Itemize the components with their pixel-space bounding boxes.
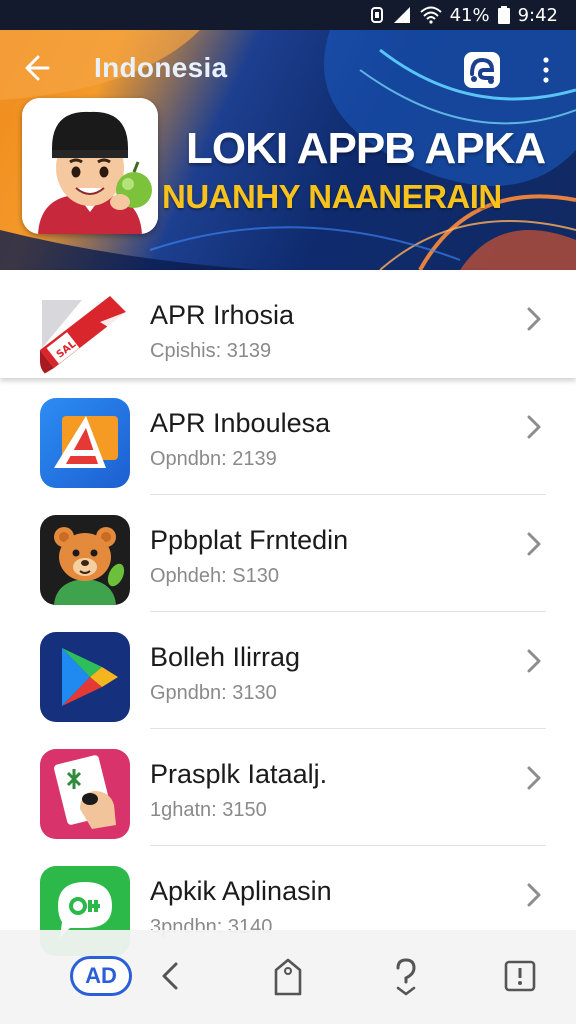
chevron-right-icon [522, 412, 546, 442]
chevron-right-icon [522, 880, 546, 910]
more-options-icon[interactable] [534, 52, 558, 88]
app-name: Prasplk Iataalj. [150, 759, 328, 789]
tag-icon[interactable] [268, 954, 308, 998]
list-item[interactable]: SALE APR Irhosia Cpishis: 3139 [0, 270, 576, 378]
pink-card-hand-icon [40, 749, 130, 839]
app-list: SALE APR Irhosia Cpishis: 3139 APR Inbou… [0, 270, 576, 963]
back-arrow-icon[interactable] [18, 48, 58, 88]
info-square-icon[interactable] [500, 954, 540, 998]
bear-mascot-icon [40, 515, 130, 605]
battery-icon [497, 6, 510, 24]
bottom-navigation: AD [0, 930, 576, 1024]
help-icon[interactable] [386, 954, 426, 998]
app-logo [22, 98, 158, 234]
ad-badge[interactable]: AD [70, 956, 132, 996]
wifi-icon [419, 6, 442, 24]
back-chevron-icon[interactable] [150, 954, 190, 998]
notification-icon [370, 6, 384, 24]
app-meta: Cpishis: 3139 [150, 340, 272, 362]
mascot-boy-icon [22, 98, 158, 234]
list-item[interactable]: APR Inboulesa Opndbn: 2139 [0, 378, 576, 495]
chevron-right-icon [522, 763, 546, 793]
app-name: Apkik Aplinasin [150, 876, 332, 906]
app-name: Ppbplat Frntedin [150, 525, 349, 555]
app-meta: 1ghatn: 3150 [150, 799, 267, 821]
screen: 41% 9:42 Indonesia LOKI APPB APKA NUANHY… [0, 0, 576, 1024]
play-store-icon [40, 632, 130, 722]
header-title: Indonesia [94, 52, 228, 83]
status-bar: 41% 9:42 [0, 0, 576, 30]
battery-percent: 41% [449, 4, 490, 26]
chevron-right-icon [522, 529, 546, 559]
share-icon [470, 57, 495, 84]
app-meta: Opndbn: 2139 [150, 448, 277, 470]
app-name: APR Inboulesa [150, 408, 331, 438]
header-banner: Indonesia LOKI APPB APKA NUANHY NAANERAI… [0, 30, 576, 270]
chevron-right-icon [522, 646, 546, 676]
blue-triangle-app-icon [40, 398, 130, 488]
banner-title: LOKI APPB APKA [186, 124, 546, 173]
signal-icon [392, 6, 412, 24]
chevron-right-icon [522, 304, 546, 334]
clock: 9:42 [517, 4, 558, 26]
list-item[interactable]: Bolleh Ilirrag Gpndbn: 3130 [0, 612, 576, 729]
red-bandage-icon: SALE [40, 288, 130, 378]
list-item[interactable]: Prasplk Iataalj. 1ghatn: 3150 [0, 729, 576, 846]
list-item[interactable]: Ppbplat Frntedin Ophdeh: S130 [0, 495, 576, 612]
app-meta: Gpndbn: 3130 [150, 682, 277, 704]
share-button[interactable] [464, 52, 500, 88]
app-name: APR Irhosia [150, 300, 295, 330]
banner-subtitle: NUANHY NAANERAIN [162, 178, 502, 215]
app-meta: Ophdeh: S130 [150, 565, 279, 587]
app-name: Bolleh Ilirrag [150, 642, 301, 672]
